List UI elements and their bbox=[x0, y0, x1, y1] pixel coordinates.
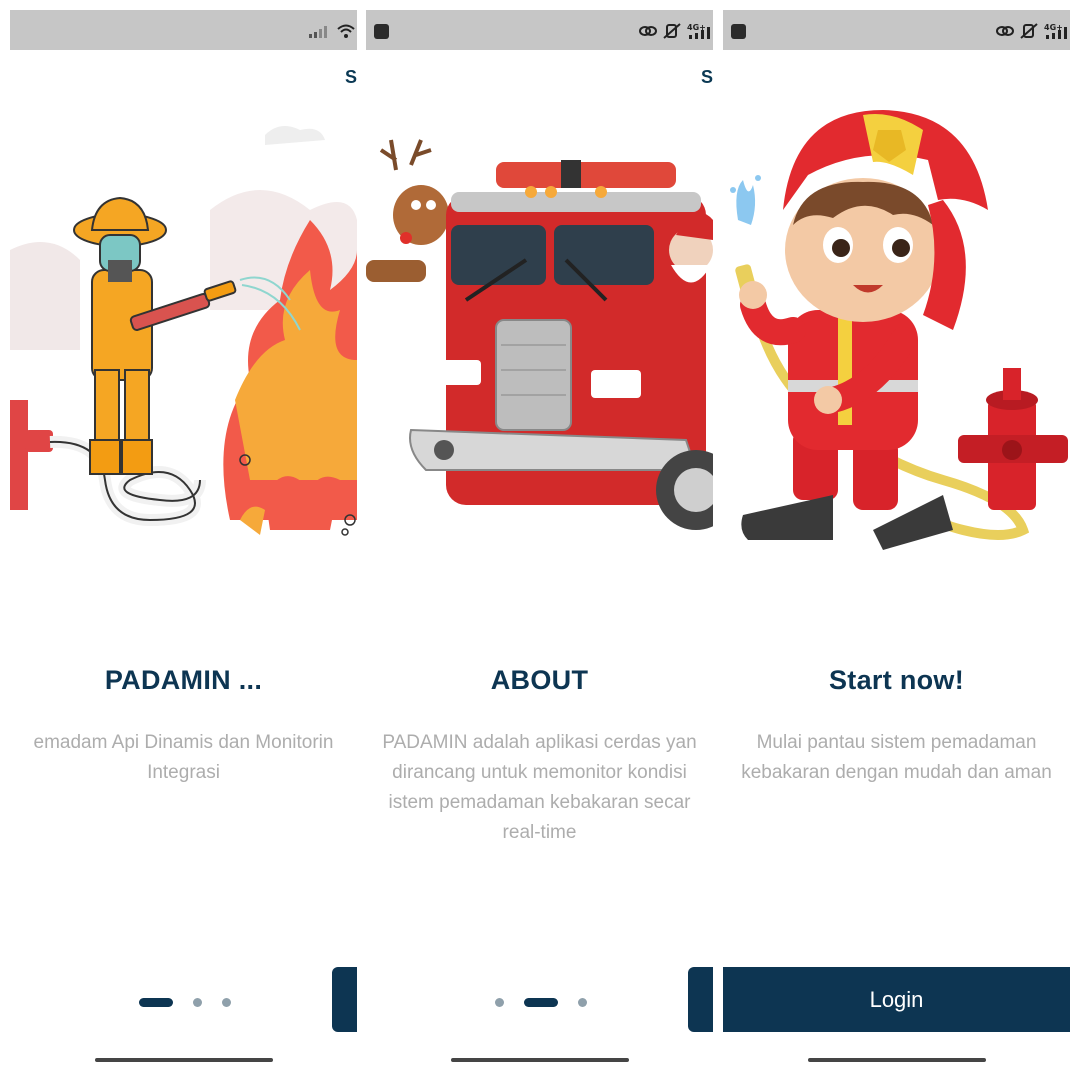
screen-title: PADAMIN ... bbox=[104, 665, 263, 695]
page-indicator bbox=[139, 997, 231, 1007]
skip-button[interactable]: S bbox=[345, 67, 357, 88]
onboarding-screen-2: 4G+ S ABOUT PADAMIN adalah aplikasi cerd… bbox=[366, 10, 713, 1078]
status-bar bbox=[10, 10, 357, 50]
mute-icon bbox=[663, 23, 681, 39]
page-dot[interactable] bbox=[495, 997, 504, 1007]
description-line: real-time bbox=[502, 822, 577, 843]
page-dot[interactable] bbox=[222, 997, 231, 1007]
status-bar: 4G+ bbox=[366, 10, 713, 50]
signal-icon bbox=[309, 26, 327, 38]
description-line: istem pemadaman kebakaran secar bbox=[388, 792, 691, 813]
link-icon bbox=[996, 26, 1014, 36]
description-line: dirancang untuk memonitor kondisi bbox=[392, 762, 687, 783]
page-dot[interactable] bbox=[578, 997, 587, 1007]
onboarding-screen-3: 4G+ Start now! Mulai pantau sistem pemad… bbox=[723, 10, 1070, 1078]
fire-truck-illustration bbox=[366, 139, 713, 530]
wifi-icon bbox=[337, 24, 355, 38]
description-line: Integrasi bbox=[147, 762, 220, 783]
page-dot-active[interactable] bbox=[524, 997, 558, 1007]
description-line: emadam Api Dinamis dan Monitorin bbox=[33, 732, 334, 753]
link-icon bbox=[639, 26, 657, 36]
description-line: PADAMIN adalah aplikasi cerdas yan bbox=[382, 732, 697, 753]
screen-description: PADAMIN adalah aplikasi cerdas yan diran… bbox=[366, 728, 713, 848]
page-dot-active[interactable] bbox=[139, 997, 173, 1007]
screen-title: Start now! bbox=[829, 665, 964, 695]
next-button[interactable] bbox=[332, 967, 357, 1032]
4g-signal-icon: 4G+ bbox=[1044, 23, 1067, 39]
page-indicator bbox=[495, 997, 587, 1007]
kid-firefighter-illustration bbox=[730, 110, 1068, 550]
next-button[interactable] bbox=[688, 967, 713, 1032]
home-indicator[interactable] bbox=[808, 1058, 986, 1062]
onboarding-screen-1: S PADAMIN ... emadam Api Dinamis dan Mon… bbox=[10, 10, 357, 1078]
description-line: Mulai pantau sistem pemadaman bbox=[756, 732, 1037, 753]
firefighter-illustration bbox=[10, 126, 357, 536]
screen-title: ABOUT bbox=[490, 665, 589, 695]
skip-button[interactable]: S bbox=[701, 67, 713, 88]
notification-icon bbox=[731, 24, 746, 39]
home-indicator[interactable] bbox=[95, 1058, 273, 1062]
home-indicator[interactable] bbox=[451, 1058, 629, 1062]
login-button[interactable]: Login bbox=[723, 967, 1070, 1032]
mute-icon bbox=[1020, 23, 1038, 39]
notification-icon bbox=[374, 24, 389, 39]
page-dot[interactable] bbox=[193, 997, 202, 1007]
screen-description: Mulai pantau sistem pemadaman kebakaran … bbox=[723, 728, 1070, 788]
4g-signal-icon: 4G+ bbox=[687, 23, 710, 39]
screen-description: emadam Api Dinamis dan Monitorin Integra… bbox=[10, 728, 357, 788]
description-line: kebakaran dengan mudah dan aman bbox=[741, 762, 1052, 783]
status-bar: 4G+ bbox=[723, 10, 1070, 50]
